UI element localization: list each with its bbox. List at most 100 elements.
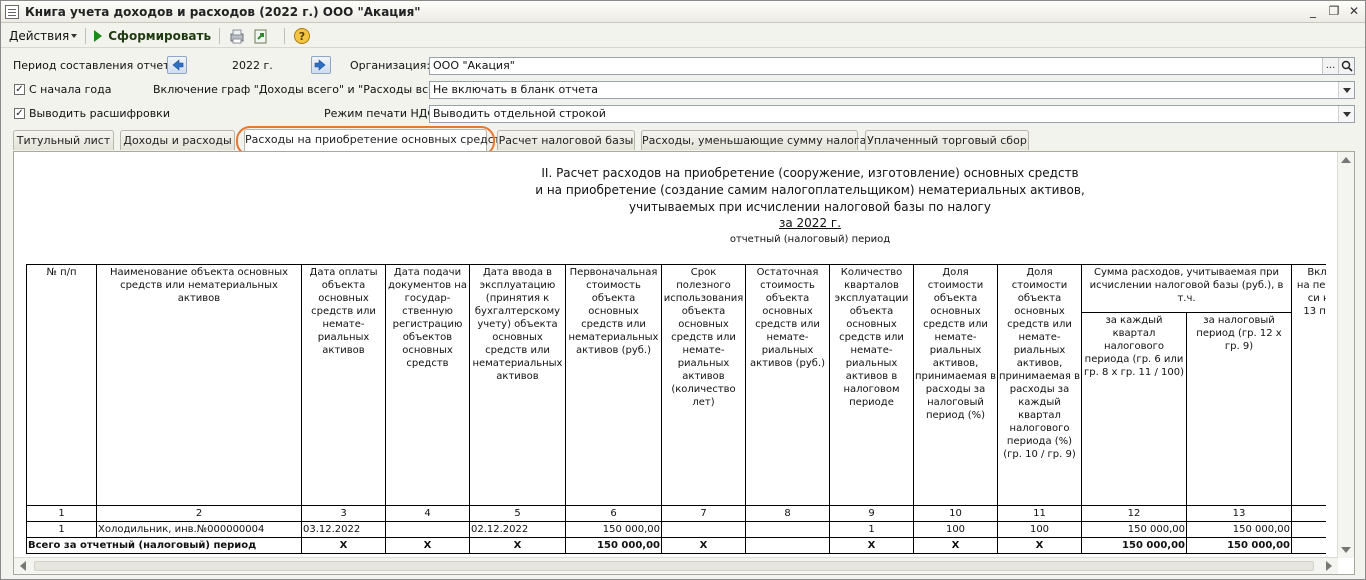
print-icon[interactable] (228, 27, 246, 45)
cell-number: 1 (26, 521, 97, 538)
report-document[interactable]: II. Расчет расходов на приобретение (соо… (20, 157, 1326, 559)
period-next-button[interactable] (311, 56, 331, 74)
window-title: Книга учета доходов и расходов (2022 г.)… (25, 4, 421, 19)
vat-mode-select[interactable]: Выводить отдельной строкой (429, 105, 1355, 123)
header-row: № п/п Наименование объекта основных сред… (26, 264, 1326, 506)
vertical-scrollbar[interactable] (1337, 152, 1354, 558)
generate-button[interactable]: Сформировать (94, 29, 211, 43)
search-icon (1341, 60, 1353, 72)
chevron-down-icon[interactable] (1338, 106, 1354, 122)
scroll-left-icon[interactable] (20, 561, 26, 571)
close-button[interactable]: ✕ (1345, 4, 1363, 19)
fixed-assets-table: № п/п Наименование объекта основных сред… (26, 264, 1326, 554)
col-header-registration-date: Дата подачи документов на государ-ственн… (385, 264, 470, 506)
period-label: Период составления отчета: (13, 59, 180, 72)
report-period-caption: отчетный (налоговый) период (729, 234, 891, 245)
organization-open-button[interactable] (1338, 58, 1354, 74)
report-title-line-3: учитываемых при исчислении налоговой баз… (629, 200, 991, 214)
col-header-expense-sum: Сумма расходов, учитываемая при исчислен… (1080, 264, 1293, 313)
report-period: за 2022 г. (778, 216, 842, 230)
total-quarters: X (829, 537, 914, 554)
scroll-down-icon[interactable] (1341, 547, 1351, 553)
decode-label: Выводить расшифровки (29, 107, 170, 120)
title-bar: Книга учета доходов и расходов (2022 г.)… (1, 1, 1365, 23)
period-value: 2022 г. (232, 59, 273, 72)
organization-select-button[interactable]: ... (1322, 58, 1338, 74)
cell-registration-date (385, 521, 470, 538)
total-commission-date: X (469, 537, 566, 554)
cell-per-quarter: 150 000,00 (1081, 521, 1187, 538)
col-number: 12 (1081, 505, 1187, 522)
actions-label: Действия (9, 28, 70, 43)
col-header-commission-date: Дата ввода в эксплуатацию (принятия к бу… (469, 264, 566, 506)
tab-tax-base[interactable]: Расчет налоговой базы (497, 130, 635, 150)
col-header-residual-cost: Остаточная стоимость объекта основных ср… (745, 264, 830, 506)
col-number: 10 (913, 505, 998, 522)
cell-share-quarter: 100 (997, 521, 1082, 538)
horizontal-scrollbar[interactable] (14, 557, 1338, 574)
period-prev-button[interactable] (167, 56, 187, 74)
play-icon (94, 29, 103, 42)
col-number: 6 (565, 505, 662, 522)
total-row[interactable]: Всего за отчетный (налоговый) период X X… (26, 537, 1326, 554)
total-share-quarter: X (997, 537, 1082, 554)
minimize-button[interactable]: _ (1304, 4, 1322, 19)
total-residual-cost (745, 537, 830, 554)
organization-value: ООО "Акация" (433, 59, 515, 72)
scroll-thumb[interactable] (34, 561, 1314, 571)
col-number: 3 (301, 505, 386, 522)
tab-income-expenses[interactable]: Доходы и расходы (120, 130, 235, 150)
decode-checkbox[interactable]: ✓ (14, 108, 25, 119)
generate-label: Сформировать (108, 28, 212, 43)
help-glyph: ? (299, 30, 305, 43)
organization-label: Организация: (350, 59, 431, 72)
cell-initial-cost: 150 000,00 (565, 521, 662, 538)
toolbar: Действия Сформировать ? (1, 24, 1365, 48)
toolbar-divider (284, 27, 286, 44)
total-useful-life: X (661, 537, 746, 554)
arrow-right-icon (314, 59, 326, 71)
from-start-checkbox[interactable]: ✓ (14, 84, 25, 95)
cell-residual-cost (745, 521, 830, 538)
chevron-down-icon (71, 34, 78, 38)
cell-asset-name: Холодильник, инв.№000000004 (96, 521, 302, 538)
col-number: 7 (661, 505, 746, 522)
total-label: Всего за отчетный (налоговый) период (26, 537, 302, 554)
col-header-initial-cost: Первоначальная стоимость объекта основны… (565, 264, 662, 506)
total-registration-date: X (385, 537, 470, 554)
toolbar-divider (85, 27, 87, 44)
col-header-per-period: за налоговый период (гр. 12 х гр. 9) (1185, 312, 1293, 506)
include-columns-select[interactable]: Не включать в бланк отчета (429, 81, 1355, 99)
total-initial-cost: 150 000,00 (565, 537, 662, 554)
col-number: 9 (829, 505, 914, 522)
restore-button[interactable]: ❐ (1325, 4, 1343, 19)
column-numbers-row: 1 2 3 4 5 6 7 8 9 10 11 12 13 (26, 505, 1326, 522)
scroll-right-icon[interactable] (1326, 561, 1332, 571)
col-header-number: № п/п (26, 264, 97, 506)
organization-field[interactable]: ООО "Акация" ... (429, 57, 1355, 75)
scroll-up-icon[interactable] (1341, 157, 1351, 163)
cell-per-period: 150 000,00 (1185, 521, 1293, 538)
export-icon[interactable] (252, 27, 270, 45)
chevron-down-icon[interactable] (1338, 82, 1354, 98)
cell-quarters: 1 (829, 521, 914, 538)
help-icon[interactable]: ? (293, 27, 311, 45)
tab-fixed-assets[interactable]: Расходы на приобретение основных средств (236, 126, 507, 156)
tab-trade-fee[interactable]: Уплаченный торговый сбор (865, 130, 1029, 150)
include-columns-value: Не включать в бланк отчета (433, 83, 598, 96)
table-row[interactable]: 1 Холодильник, инв.№000000004 03.12.2022… (26, 521, 1326, 538)
tab-tax-reducing-expenses[interactable]: Расходы, уменьшающие сумму налога (641, 130, 866, 150)
col-header-quarters: Количество кварталов эксплуатации объект… (829, 264, 914, 506)
toolbar-divider (219, 27, 221, 44)
col-number: 13 (1185, 505, 1293, 522)
actions-menu[interactable]: Действия (9, 28, 78, 43)
col-number: 11 (997, 505, 1082, 522)
total-per-period: 150 000,00 (1185, 537, 1293, 554)
cell-payment-date: 03.12.2022 (301, 521, 386, 538)
tab-title-page[interactable]: Титульный лист (13, 130, 114, 150)
col-number: 1 (26, 505, 97, 522)
col-header-per-quarter: за каждый квартал налогового периода (гр… (1081, 312, 1187, 506)
col-header-share-quarter: Доля стоимости объекта основных средств … (997, 264, 1082, 506)
col-number: 4 (385, 505, 470, 522)
col-header-name: Наименование объекта основных средств ил… (96, 264, 302, 506)
